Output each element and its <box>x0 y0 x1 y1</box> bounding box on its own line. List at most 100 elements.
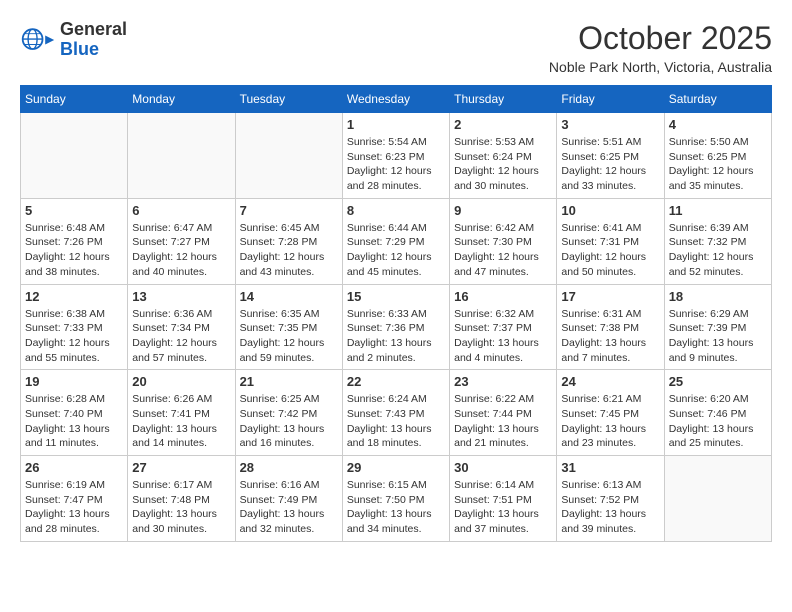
day-info: Sunrise: 5:51 AM Sunset: 6:25 PM Dayligh… <box>561 135 659 194</box>
day-info: Sunrise: 6:22 AM Sunset: 7:44 PM Dayligh… <box>454 392 552 451</box>
calendar-day-19: 19Sunrise: 6:28 AM Sunset: 7:40 PM Dayli… <box>21 370 128 456</box>
day-info: Sunrise: 6:29 AM Sunset: 7:39 PM Dayligh… <box>669 307 767 366</box>
calendar-day-21: 21Sunrise: 6:25 AM Sunset: 7:42 PM Dayli… <box>235 370 342 456</box>
day-info: Sunrise: 5:50 AM Sunset: 6:25 PM Dayligh… <box>669 135 767 194</box>
day-number: 22 <box>347 374 445 389</box>
day-number: 18 <box>669 289 767 304</box>
day-info: Sunrise: 6:35 AM Sunset: 7:35 PM Dayligh… <box>240 307 338 366</box>
day-info: Sunrise: 6:24 AM Sunset: 7:43 PM Dayligh… <box>347 392 445 451</box>
calendar-day-18: 18 Sunrise: 6:29 AM Sunset: 7:39 PM Dayli… <box>664 284 771 370</box>
calendar-day-29: 29 Sunrise: 6:15 AM Sunset: 7:50 PM Dayli… <box>342 456 449 542</box>
calendar-day-5: 5Sunrise: 6:48 AM Sunset: 7:26 PM Daylig… <box>21 198 128 284</box>
calendar-day-26: 26Sunrise: 6:19 AM Sunset: 7:47 PM Dayli… <box>21 456 128 542</box>
calendar-day-17: 17 Sunrise: 6:31 AM Sunset: 7:38 PM Dayli… <box>557 284 664 370</box>
calendar-header-friday: Friday <box>557 86 664 113</box>
day-info: Sunrise: 6:31 AM Sunset: 7:38 PM Dayligh… <box>561 307 659 366</box>
day-number: 11 <box>669 203 767 218</box>
day-number: 21 <box>240 374 338 389</box>
day-number: 13 <box>132 289 230 304</box>
location-subtitle: Noble Park North, Victoria, Australia <box>549 59 772 75</box>
day-info: Sunrise: 6:42 AM Sunset: 7:30 PM Dayligh… <box>454 221 552 280</box>
logo-text: General Blue <box>60 20 127 60</box>
day-number: 23 <box>454 374 552 389</box>
day-number: 30 <box>454 460 552 475</box>
day-info: Sunrise: 6:16 AM Sunset: 7:49 PM Dayligh… <box>240 478 338 537</box>
day-number: 9 <box>454 203 552 218</box>
calendar-day-2: 2 Sunrise: 5:53 AM Sunset: 6:24 PM Daylig… <box>450 113 557 199</box>
day-number: 3 <box>561 117 659 132</box>
calendar-header-monday: Monday <box>128 86 235 113</box>
calendar-day-empty <box>235 113 342 199</box>
day-number: 6 <box>132 203 230 218</box>
calendar-day-12: 12 Sunrise: 6:38 AM Sunset: 7:33 PM Dayli… <box>21 284 128 370</box>
day-info: Sunrise: 6:38 AM Sunset: 7:33 PM Dayligh… <box>25 307 123 366</box>
calendar-week-row: 26Sunrise: 6:19 AM Sunset: 7:47 PM Dayli… <box>21 456 772 542</box>
calendar-day-7: 7Sunrise: 6:45 AM Sunset: 7:28 PM Daylig… <box>235 198 342 284</box>
calendar-day-1: 1Sunrise: 5:54 AM Sunset: 6:23 PM Daylig… <box>342 113 449 199</box>
day-info: Sunrise: 6:48 AM Sunset: 7:26 PM Dayligh… <box>25 221 123 280</box>
calendar-header-sunday: Sunday <box>21 86 128 113</box>
day-number: 24 <box>561 374 659 389</box>
day-number: 19 <box>25 374 123 389</box>
calendar-day-empty <box>21 113 128 199</box>
calendar-day-25: 25Sunrise: 6:20 AM Sunset: 7:46 PM Dayli… <box>664 370 771 456</box>
calendar-day-8: 8 Sunrise: 6:44 AM Sunset: 7:29 PM Daylig… <box>342 198 449 284</box>
calendar-table: SundayMondayTuesdayWednesdayThursdayFrid… <box>20 85 772 542</box>
day-number: 14 <box>240 289 338 304</box>
day-info: Sunrise: 6:32 AM Sunset: 7:37 PM Dayligh… <box>454 307 552 366</box>
calendar-header-wednesday: Wednesday <box>342 86 449 113</box>
calendar-day-28: 28 Sunrise: 6:16 AM Sunset: 7:49 PM Dayli… <box>235 456 342 542</box>
day-info: Sunrise: 6:13 AM Sunset: 7:52 PM Dayligh… <box>561 478 659 537</box>
day-number: 31 <box>561 460 659 475</box>
day-info: Sunrise: 5:54 AM Sunset: 6:23 PM Dayligh… <box>347 135 445 194</box>
calendar-day-23: 23 Sunrise: 6:22 AM Sunset: 7:44 PM Dayli… <box>450 370 557 456</box>
calendar-day-30: 30 Sunrise: 6:14 AM Sunset: 7:51 PM Dayli… <box>450 456 557 542</box>
calendar-day-24: 24Sunrise: 6:21 AM Sunset: 7:45 PM Dayli… <box>557 370 664 456</box>
calendar-week-row: 12 Sunrise: 6:38 AM Sunset: 7:33 PM Dayli… <box>21 284 772 370</box>
calendar-day-3: 3 Sunrise: 5:51 AM Sunset: 6:25 PM Daylig… <box>557 113 664 199</box>
day-info: Sunrise: 6:44 AM Sunset: 7:29 PM Dayligh… <box>347 221 445 280</box>
day-info: Sunrise: 6:26 AM Sunset: 7:41 PM Dayligh… <box>132 392 230 451</box>
calendar-day-6: 6 Sunrise: 6:47 AM Sunset: 7:27 PM Daylig… <box>128 198 235 284</box>
calendar-week-row: 5Sunrise: 6:48 AM Sunset: 7:26 PM Daylig… <box>21 198 772 284</box>
logo: General Blue <box>20 20 127 60</box>
day-info: Sunrise: 6:33 AM Sunset: 7:36 PM Dayligh… <box>347 307 445 366</box>
day-number: 2 <box>454 117 552 132</box>
day-number: 8 <box>347 203 445 218</box>
day-number: 17 <box>561 289 659 304</box>
calendar-day-4: 4Sunrise: 5:50 AM Sunset: 6:25 PM Daylig… <box>664 113 771 199</box>
calendar-day-empty <box>128 113 235 199</box>
day-number: 29 <box>347 460 445 475</box>
page-header: General Blue October 2025 Noble Park Nor… <box>20 20 772 75</box>
day-number: 12 <box>25 289 123 304</box>
day-info: Sunrise: 6:41 AM Sunset: 7:31 PM Dayligh… <box>561 221 659 280</box>
calendar-day-10: 10 Sunrise: 6:41 AM Sunset: 7:31 PM Dayli… <box>557 198 664 284</box>
calendar-day-20: 20 Sunrise: 6:26 AM Sunset: 7:41 PM Dayli… <box>128 370 235 456</box>
calendar-header-row: SundayMondayTuesdayWednesdayThursdayFrid… <box>21 86 772 113</box>
calendar-day-15: 15 Sunrise: 6:33 AM Sunset: 7:36 PM Dayli… <box>342 284 449 370</box>
day-info: Sunrise: 6:47 AM Sunset: 7:27 PM Dayligh… <box>132 221 230 280</box>
calendar-day-16: 16 Sunrise: 6:32 AM Sunset: 7:37 PM Dayli… <box>450 284 557 370</box>
day-info: Sunrise: 6:45 AM Sunset: 7:28 PM Dayligh… <box>240 221 338 280</box>
day-number: 28 <box>240 460 338 475</box>
day-info: Sunrise: 6:15 AM Sunset: 7:50 PM Dayligh… <box>347 478 445 537</box>
calendar-day-11: 11 Sunrise: 6:39 AM Sunset: 7:32 PM Dayli… <box>664 198 771 284</box>
calendar-day-empty <box>664 456 771 542</box>
day-number: 20 <box>132 374 230 389</box>
day-info: Sunrise: 5:53 AM Sunset: 6:24 PM Dayligh… <box>454 135 552 194</box>
calendar-day-31: 31 Sunrise: 6:13 AM Sunset: 7:52 PM Dayli… <box>557 456 664 542</box>
day-info: Sunrise: 6:39 AM Sunset: 7:32 PM Dayligh… <box>669 221 767 280</box>
day-number: 16 <box>454 289 552 304</box>
calendar-day-13: 13 Sunrise: 6:36 AM Sunset: 7:34 PM Dayli… <box>128 284 235 370</box>
calendar-header-thursday: Thursday <box>450 86 557 113</box>
calendar-day-14: 14 Sunrise: 6:35 AM Sunset: 7:35 PM Dayli… <box>235 284 342 370</box>
day-info: Sunrise: 6:36 AM Sunset: 7:34 PM Dayligh… <box>132 307 230 366</box>
day-info: Sunrise: 6:14 AM Sunset: 7:51 PM Dayligh… <box>454 478 552 537</box>
day-number: 27 <box>132 460 230 475</box>
day-number: 15 <box>347 289 445 304</box>
calendar-header-tuesday: Tuesday <box>235 86 342 113</box>
day-info: Sunrise: 6:19 AM Sunset: 7:47 PM Dayligh… <box>25 478 123 537</box>
calendar-day-27: 27Sunrise: 6:17 AM Sunset: 7:48 PM Dayli… <box>128 456 235 542</box>
day-number: 10 <box>561 203 659 218</box>
calendar-week-row: 19Sunrise: 6:28 AM Sunset: 7:40 PM Dayli… <box>21 370 772 456</box>
